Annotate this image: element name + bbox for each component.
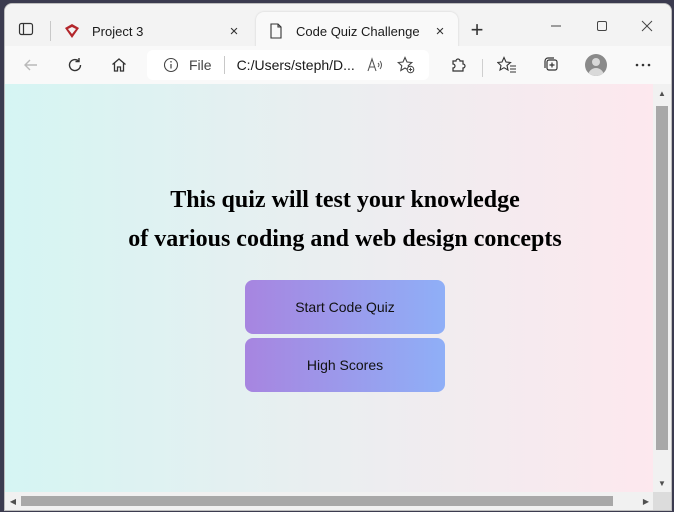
tab-label: Code Quiz Challenge [296, 23, 420, 39]
toolbar-separator [482, 59, 483, 77]
scroll-up-arrow[interactable]: ▲ [657, 88, 667, 98]
horizontal-scrollbar[interactable]: ◀ ▶ [5, 492, 653, 510]
quiz-intro-heading: This quiz will test your knowledge of va… [5, 181, 671, 259]
address-bar[interactable]: File C:/Users/steph/D... [147, 50, 429, 80]
scroll-down-arrow[interactable]: ▼ [657, 478, 667, 488]
tab-separator [50, 21, 51, 41]
refresh-icon[interactable] [59, 50, 91, 80]
close-tab-button[interactable]: × [224, 21, 244, 41]
start-quiz-button[interactable]: Start Code Quiz [245, 280, 445, 334]
vertical-scrollbar[interactable]: ▲ ▼ [653, 84, 671, 492]
page-viewport: This quiz will test your knowledge of va… [5, 84, 653, 492]
vertical-scroll-thumb[interactable] [656, 106, 668, 450]
heading-line-2: of various coding and web design concept… [128, 226, 562, 252]
profile-avatar[interactable] [585, 54, 607, 76]
toolbar: File C:/Users/steph/D... [5, 46, 671, 85]
tab-strip: Project 3 × Code Quiz Challenge × + [5, 4, 671, 50]
page-icon [268, 23, 284, 39]
avatar-body [588, 68, 604, 76]
scrollbar-corner [653, 492, 671, 510]
collections-icon[interactable] [535, 50, 567, 80]
back-icon[interactable] [15, 50, 47, 80]
tab-label: Project 3 [92, 23, 144, 39]
favorites-icon[interactable] [491, 50, 523, 80]
project-favicon [64, 23, 80, 39]
tab-actions-icon[interactable] [11, 14, 41, 44]
extensions-icon[interactable] [442, 50, 474, 80]
high-scores-button[interactable]: High Scores [245, 338, 445, 392]
new-tab-button[interactable]: + [465, 17, 489, 42]
maximize-icon[interactable] [582, 14, 622, 38]
avatar-head [592, 58, 600, 66]
tab-project-3[interactable]: Project 3 × [52, 12, 252, 50]
home-icon[interactable] [103, 50, 135, 80]
close-window-icon[interactable] [627, 14, 667, 38]
info-icon[interactable] [163, 57, 183, 73]
heading-line-1: This quiz will test your knowledge [170, 187, 520, 213]
scheme-label: File [189, 57, 212, 73]
tab-code-quiz[interactable]: Code Quiz Challenge × [256, 12, 458, 50]
address-divider [223, 56, 225, 74]
url-text[interactable]: C:/Users/steph/D... [237, 57, 355, 73]
more-icon[interactable] [627, 50, 659, 80]
read-aloud-icon[interactable] [367, 57, 385, 73]
close-tab-button[interactable]: × [430, 21, 450, 41]
add-favorite-icon[interactable] [396, 56, 415, 74]
minimize-icon[interactable] [536, 14, 576, 38]
browser-window: Project 3 × Code Quiz Challenge × + File… [4, 3, 672, 511]
scroll-right-arrow[interactable]: ▶ [641, 496, 651, 506]
scroll-left-arrow[interactable]: ◀ [8, 496, 18, 506]
horizontal-scroll-thumb[interactable] [21, 496, 613, 506]
